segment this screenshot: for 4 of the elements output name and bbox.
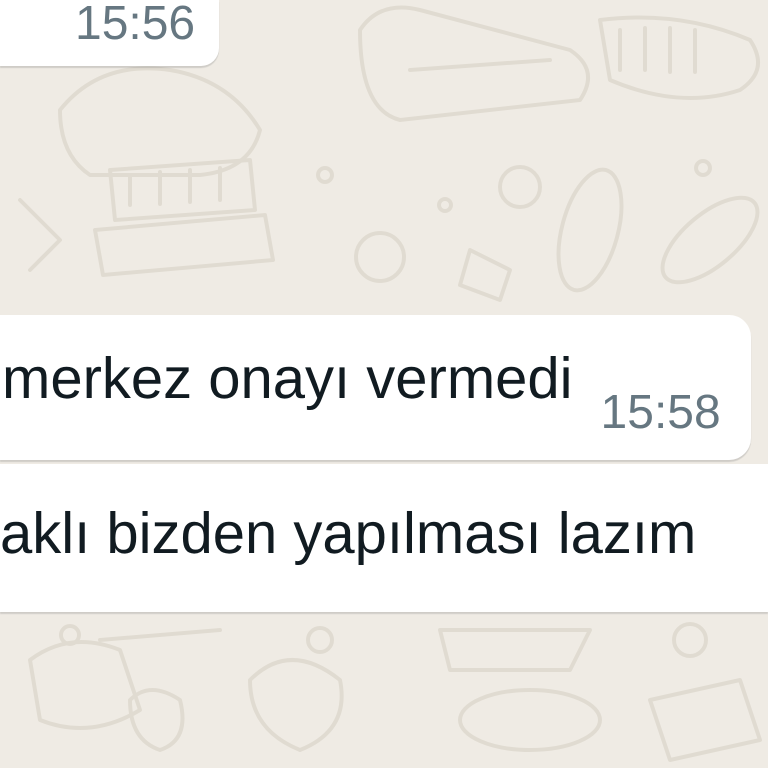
message-text: aklı bizden yapılması lazım [0, 505, 696, 563]
message-time: 15:56 [75, 0, 196, 48]
message-time: 15:58 [600, 389, 721, 437]
message-text: merkez onayı vermedi [2, 350, 573, 408]
